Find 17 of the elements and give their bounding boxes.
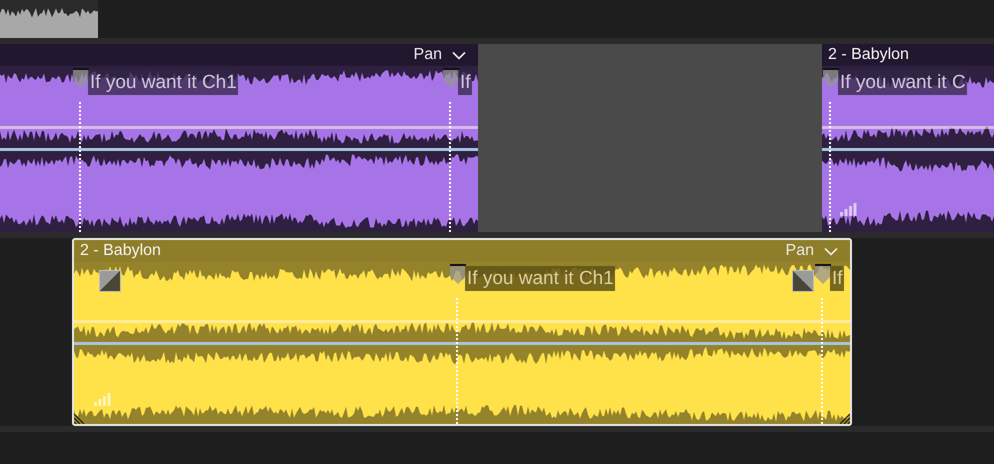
marker-label: If xyxy=(458,70,472,95)
clip-title: 2 - Babylon xyxy=(828,46,909,64)
audio-clip[interactable]: 2 - Babylon If you want it C xyxy=(822,44,994,232)
pan-dropdown[interactable]: Pan xyxy=(414,46,466,64)
marker-label: If you want it Ch1 xyxy=(465,266,615,291)
audio-clip[interactable]: 2 - Babylon Pan If you want it Ch1 If xyxy=(72,238,852,426)
resize-grip-icon[interactable] xyxy=(838,412,850,424)
chevron-down-icon xyxy=(452,50,466,60)
fade-in-handle[interactable] xyxy=(99,270,121,292)
audio-clip[interactable]: Pan If you want it Ch1 If xyxy=(0,44,478,232)
chevron-down-icon xyxy=(824,246,838,256)
marker-label: If you want it Ch1 xyxy=(88,70,238,95)
fade-out-handle[interactable] xyxy=(792,270,814,292)
resize-grip-icon[interactable] xyxy=(74,412,86,424)
clip-title: 2 - Babylon xyxy=(80,242,161,260)
marker-label: If xyxy=(830,266,844,291)
marker-label: If you want it C xyxy=(838,70,967,95)
